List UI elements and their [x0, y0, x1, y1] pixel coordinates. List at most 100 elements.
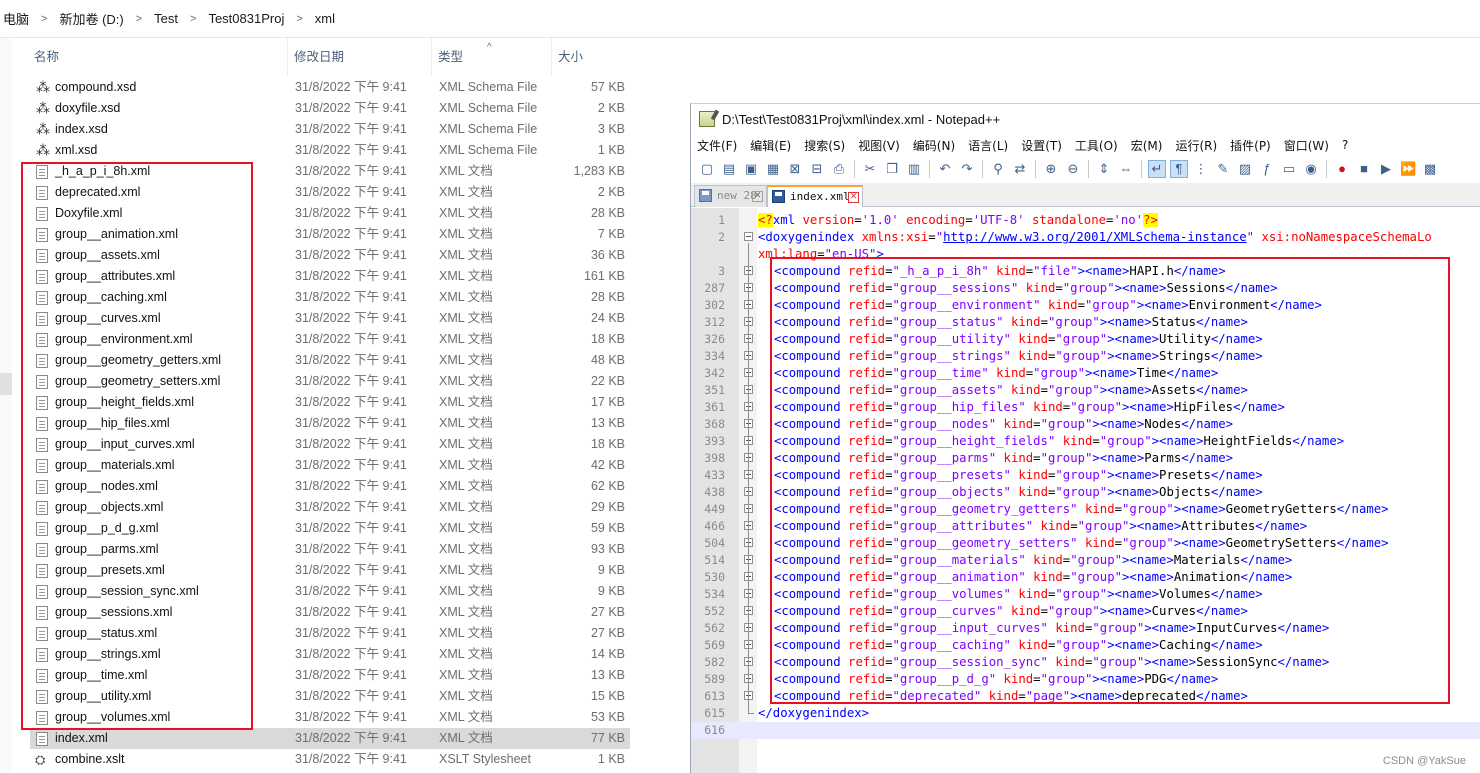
redo-icon[interactable]: ↷: [959, 161, 975, 177]
line-number: 398: [704, 451, 725, 465]
column-header-size[interactable]: 大小: [552, 38, 632, 76]
menu-item[interactable]: 插件(P): [1224, 137, 1278, 154]
column-header-type[interactable]: 类型: [432, 38, 552, 76]
menu-item[interactable]: 语言(L): [962, 137, 1015, 154]
run-macro-multiple-icon[interactable]: ⏩: [1400, 161, 1416, 177]
file-row[interactable]: index.xml 31/8/2022 下午 9:41 XML 文档 77 KB: [30, 728, 630, 749]
tab-close-icon[interactable]: ✕: [848, 192, 859, 203]
syntax-token[interactable]: http://www.w3.org/2001/XMLSchema-instanc…: [943, 230, 1247, 244]
toolbar-separator: [1088, 160, 1089, 178]
close-all-icon[interactable]: ⊟: [809, 161, 825, 177]
file-row[interactable]: doxyfile.xsd 31/8/2022 下午 9:41 XML Schema …: [30, 98, 630, 119]
menu-item[interactable]: 设置(T): [1015, 137, 1069, 154]
navigation-pane-selected-item[interactable]: [0, 373, 12, 395]
menu-item[interactable]: 编辑(E): [744, 137, 798, 154]
menu-item[interactable]: 文件(F): [691, 137, 744, 154]
file-size: 28 KB: [590, 206, 625, 220]
zoom-in-icon[interactable]: ⊕: [1043, 161, 1059, 177]
tab-close-icon[interactable]: ✕: [752, 191, 763, 202]
syntax-token: ": [935, 230, 944, 244]
sync-horizontal-icon[interactable]: ⇔: [1118, 161, 1134, 177]
breadcrumb-separator-icon: >: [190, 12, 197, 25]
breadcrumb-item[interactable]: Test: [151, 11, 181, 26]
monitoring-icon[interactable]: ◉: [1303, 161, 1319, 177]
file-row[interactable]: combine.xslt 31/8/2022 下午 9:41 XSLT Styles…: [30, 749, 630, 770]
close-icon[interactable]: ⊠: [787, 161, 803, 177]
file-date: 31/8/2022 下午 9:41: [295, 458, 407, 472]
save-all-icon[interactable]: ▦: [765, 161, 781, 177]
file-type: XML 文档: [439, 626, 493, 640]
file-row[interactable]: xml.xsd 31/8/2022 下午 9:41 XML Schema File 1…: [30, 140, 630, 161]
file-date: 31/8/2022 下午 9:41: [295, 269, 407, 283]
breadcrumb-item[interactable]: xml: [312, 11, 338, 26]
zoom-out-icon[interactable]: ⊖: [1065, 161, 1081, 177]
syntax-token: <?: [758, 213, 773, 227]
line-number: 582: [704, 655, 725, 669]
column-header-name[interactable]: 名称: [28, 38, 288, 76]
menu-item[interactable]: 工具(O): [1069, 137, 1125, 154]
file-type: XML 文档: [439, 500, 493, 514]
file-type: XML 文档: [439, 206, 493, 220]
paste-icon[interactable]: ▥: [906, 161, 922, 177]
define-language-icon[interactable]: ✎: [1215, 161, 1231, 177]
column-header-date[interactable]: 修改日期: [288, 38, 432, 76]
doc-map-icon[interactable]: ▨: [1237, 161, 1253, 177]
file-size: 161 KB: [583, 269, 625, 283]
copy-icon[interactable]: ❐: [884, 161, 900, 177]
play-macro-icon[interactable]: ▶: [1378, 161, 1394, 177]
indent-guide-icon[interactable]: ⋮: [1193, 161, 1209, 177]
show-all-chars-icon[interactable]: ¶: [1170, 160, 1188, 178]
menu-item[interactable]: 宏(M): [1125, 137, 1170, 154]
word-wrap-icon[interactable]: ↵: [1148, 160, 1166, 178]
code-line[interactable]: 1 <?xml version='1.0' encoding='UTF-8' st…: [691, 212, 1480, 229]
breadcrumb-item[interactable]: 新加卷 (D:): [56, 9, 126, 28]
record-macro-icon[interactable]: ●: [1334, 161, 1350, 177]
window-title-bar[interactable]: D:\Test\Test0831Proj\xml\index.xml - Not…: [691, 104, 1480, 134]
save-icon[interactable]: ▣: [743, 161, 759, 177]
menu-item[interactable]: 编码(N): [907, 137, 962, 154]
xslt-stylesheet-icon: [35, 749, 48, 770]
open-file-icon[interactable]: ▤: [721, 161, 737, 177]
syntax-token: xsi:noNamespaceSchemaLo: [1261, 230, 1432, 244]
tab-index-xml[interactable]: index.xml ✕: [767, 185, 863, 207]
menu-item[interactable]: 窗口(W): [1278, 137, 1336, 154]
line-number: 433: [704, 468, 725, 482]
menu-item[interactable]: 视图(V): [852, 137, 907, 154]
file-row[interactable]: compound.xsd 31/8/2022 下午 9:41 XML Schema …: [30, 77, 630, 98]
file-size: 57 KB: [590, 80, 625, 94]
menu-item[interactable]: 运行(R): [1169, 137, 1224, 154]
navigation-pane[interactable]: [0, 38, 12, 773]
print-icon[interactable]: ⎙: [831, 161, 847, 177]
file-size: 93 KB: [590, 542, 625, 556]
code-line[interactable]: 2 <doxygenindex xmlns:xsi="http://www.w3.…: [691, 229, 1480, 246]
folder-workspace-icon[interactable]: ▭: [1281, 161, 1297, 177]
save-macro-icon[interactable]: ▩: [1422, 161, 1438, 177]
file-date: 31/8/2022 下午 9:41: [295, 290, 407, 304]
replace-icon[interactable]: ⇄: [1012, 161, 1028, 177]
file-size: 18 KB: [590, 332, 625, 346]
syntax-token: =: [928, 230, 936, 244]
breadcrumb-separator-icon: >: [135, 12, 143, 25]
find-icon[interactable]: ⚲: [990, 161, 1006, 177]
breadcrumb[interactable]: 电脑 > 新加卷 (D:) > Test > Test0831Proj > xml: [0, 0, 1480, 38]
syntax-token: encoding: [906, 213, 966, 227]
syntax-token: xml: [772, 213, 796, 227]
function-list-icon[interactable]: ƒ: [1259, 161, 1275, 177]
fold-collapse-icon[interactable]: [744, 232, 753, 241]
tab-new-28[interactable]: new 28 ✕: [694, 185, 767, 207]
file-size: 9 KB: [597, 584, 625, 598]
syntax-token: ": [1246, 230, 1255, 244]
file-row[interactable]: index.xsd 31/8/2022 下午 9:41 XML Schema Fil…: [30, 119, 630, 140]
breadcrumb-item[interactable]: Test0831Proj: [205, 11, 287, 26]
code-text: <?xml version='1.0' encoding='UTF-8' sta…: [758, 212, 1158, 229]
sync-vertical-icon[interactable]: ⇕: [1096, 161, 1112, 177]
code-line[interactable]: 615 </doxygenindex>: [691, 705, 1480, 722]
breadcrumb-item[interactable]: 电脑: [0, 9, 32, 28]
new-file-icon[interactable]: ▢: [699, 161, 715, 177]
undo-icon[interactable]: ↶: [937, 161, 953, 177]
menu-item[interactable]: ?: [1336, 138, 1355, 152]
stop-macro-icon[interactable]: ■: [1356, 161, 1372, 177]
cut-icon[interactable]: ✂: [862, 161, 878, 177]
menu-item[interactable]: 搜索(S): [798, 137, 852, 154]
code-line[interactable]: 616: [691, 722, 1480, 739]
